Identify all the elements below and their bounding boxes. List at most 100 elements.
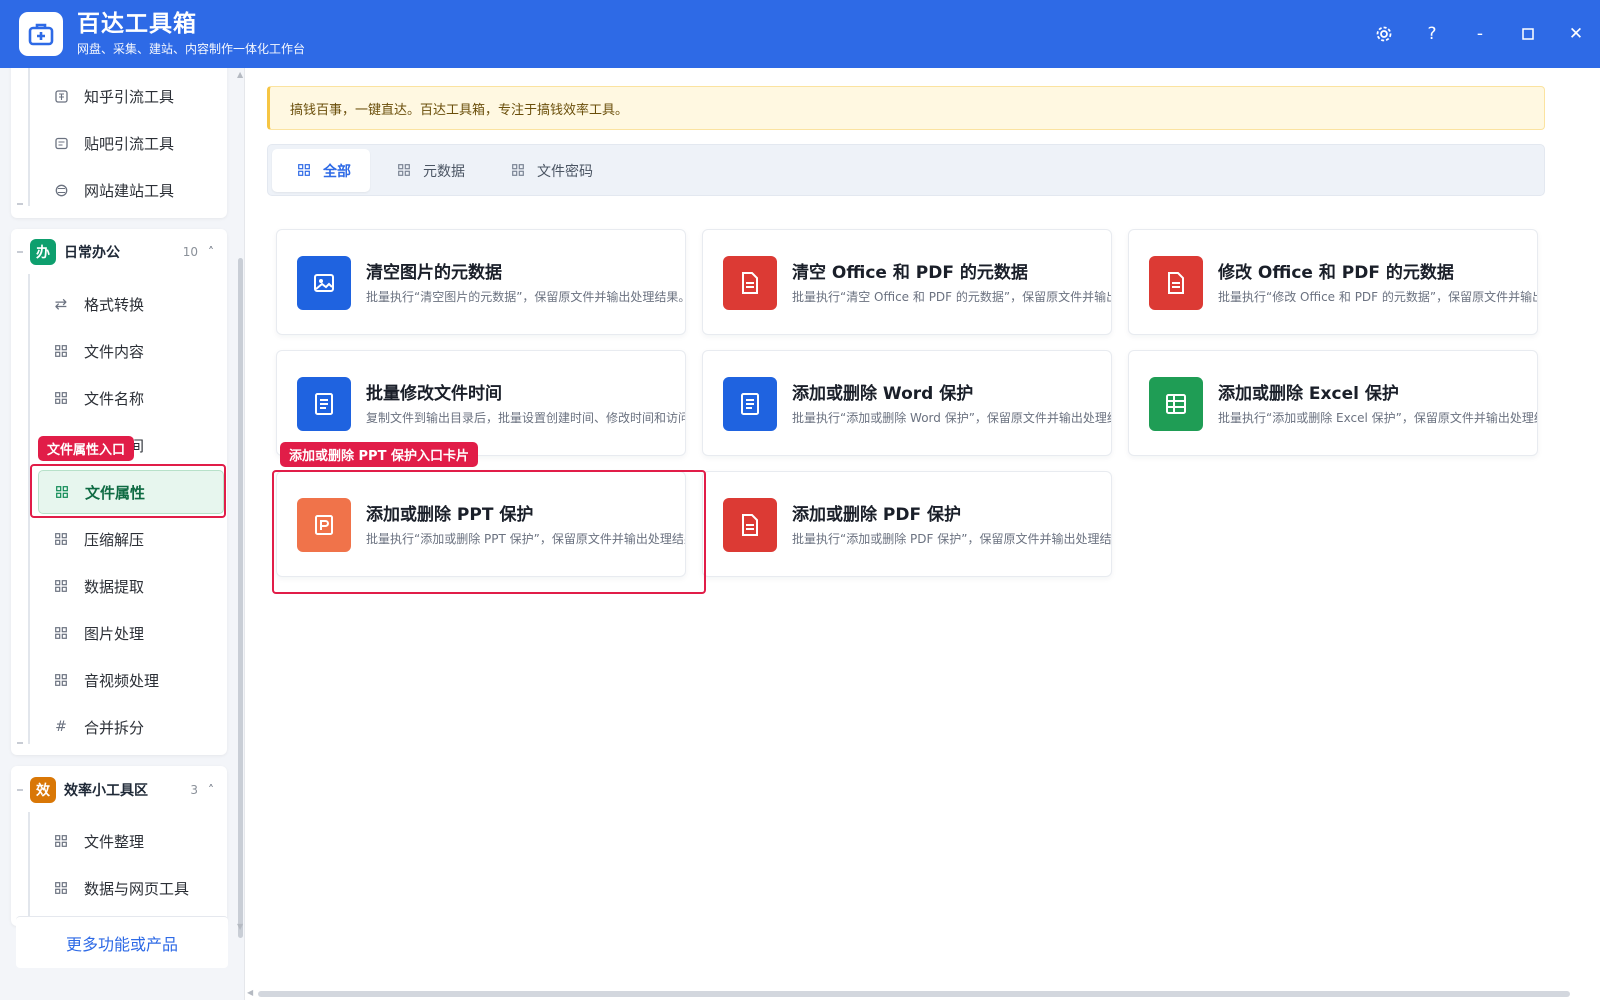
tree-line	[28, 812, 30, 922]
card-title: 添加或删除 Excel 保护	[1218, 384, 1399, 404]
scroll-left-arrow-icon[interactable]: ◀	[247, 988, 253, 997]
help-button[interactable]: ?	[1408, 14, 1456, 54]
tool-card-word-protection[interactable]: 添加或删除 Word 保护 批量执行“添加或删除 Word 保护”，保留原文件并…	[702, 350, 1112, 456]
list-document-icon	[297, 377, 351, 431]
annotation-label-file-properties: 文件属性入口	[38, 436, 135, 461]
sidebar-item-label: 压缩解压	[84, 530, 145, 549]
maximize-icon	[1522, 28, 1534, 40]
grid-icon	[54, 626, 68, 640]
tab-label: 元数据	[423, 163, 465, 180]
minimize-button[interactable]: -	[1456, 14, 1504, 54]
card-title: 批量修改文件时间	[366, 384, 502, 404]
swap-icon: ⇄	[54, 295, 68, 313]
card-desc: 批量执行“添加或删除 Excel 保护”，保留原文件并输出处理结果。	[1218, 411, 1538, 425]
main-horizontal-scrollbar[interactable]	[258, 991, 1570, 997]
sidebar-item-merge-split[interactable]: # 合并拆分	[38, 705, 224, 749]
sidebar-item-label: 文件内容	[84, 342, 145, 361]
sidebar-item-website[interactable]: 网站建站工具	[38, 168, 224, 212]
sidebar-item-format-convert[interactable]: ⇄ 格式转换	[38, 282, 224, 326]
sidebar-item-file-name[interactable]: 文件名称	[38, 376, 224, 420]
zhihu-icon	[54, 89, 68, 103]
card-title: 清空 Office 和 PDF 的元数据	[792, 263, 1028, 283]
sidebar-item-zhihu[interactable]: 知乎引流工具	[38, 74, 224, 118]
grid-icon	[54, 673, 68, 687]
sidebar-item-label: 文件整理	[84, 832, 145, 851]
sidebar-scrollbar[interactable]	[238, 258, 243, 938]
chevron-up-icon[interactable]: ˄	[208, 783, 214, 797]
document-icon	[723, 256, 777, 310]
tab-label: 文件密码	[537, 163, 593, 180]
card-desc: 批量执行“修改 Office 和 PDF 的元数据”，保留原文件并输出处理结果。	[1218, 290, 1537, 304]
office-badge: 办	[30, 239, 56, 265]
sidebar-item-label: 图片处理	[84, 624, 145, 643]
card-title: 清空图片的元数据	[366, 263, 502, 283]
card-desc: 批量执行“添加或删除 PDF 保护”，保留原文件并输出处理结果。	[792, 532, 1112, 546]
app-logo-icon	[19, 12, 63, 56]
pdf-icon	[723, 498, 777, 552]
hash-icon: #	[55, 719, 67, 735]
sidebar-item-tieba[interactable]: 贴吧引流工具	[38, 121, 224, 165]
maximize-button[interactable]	[1504, 14, 1552, 54]
grid-icon	[512, 164, 525, 177]
tab-file-password[interactable]: 文件密码	[512, 149, 593, 192]
sidebar-item-label: 知乎引流工具	[84, 87, 175, 106]
close-button[interactable]: ✕	[1552, 14, 1600, 54]
tool-card-modify-office-pdf-metadata[interactable]: 修改 Office 和 PDF 的元数据 批量执行“修改 Office 和 PD…	[1128, 229, 1538, 335]
card-desc: 复制文件到输出目录后，批量设置创建时间、修改时间和访问时间。	[366, 411, 685, 425]
chevron-up-icon[interactable]: ˄	[208, 245, 214, 259]
group-title: 日常办公	[64, 245, 120, 261]
tree-tick	[17, 789, 23, 791]
grid-icon	[398, 164, 411, 177]
grid-icon	[54, 881, 68, 895]
sidebar-item-audio-video[interactable]: 音视频处理	[38, 658, 224, 702]
tab-metadata[interactable]: 元数据	[398, 149, 465, 192]
tool-card-clear-image-metadata[interactable]: 清空图片的元数据 批量执行“清空图片的元数据”，保留原文件并输出处理结果。	[276, 229, 686, 335]
sidebar-item-image-processing[interactable]: 图片处理	[38, 611, 224, 655]
tool-card-pdf-protection[interactable]: 添加或删除 PDF 保护 批量执行“添加或删除 PDF 保护”，保留原文件并输出…	[702, 471, 1112, 577]
grid-icon	[54, 391, 68, 405]
group-count: 3	[190, 783, 198, 797]
sidebar-item-compress[interactable]: 压缩解压	[38, 517, 224, 561]
app-subtitle: 网盘、采集、建站、内容制作一体化工作台	[77, 42, 306, 56]
settings-button[interactable]	[1360, 14, 1408, 54]
sidebar-group-office-header[interactable]: 办 日常办公 10 ˄	[20, 232, 226, 272]
image-icon	[297, 256, 351, 310]
group-title: 效率小工具区	[64, 783, 148, 799]
spreadsheet-icon	[1149, 377, 1203, 431]
app-title: 百达工具箱	[77, 11, 197, 37]
website-icon	[54, 183, 68, 197]
sidebar-item-label: 格式转换	[84, 295, 145, 314]
scroll-up-arrow-icon[interactable]: ▲	[237, 70, 243, 79]
sidebar-item-file-organize[interactable]: 文件整理	[38, 819, 224, 863]
grid-icon	[54, 344, 68, 358]
sidebar: ▲ ▼ 知乎引流工具 贴吧引流工具 网站建站工具 办 日常办公 10 ˄ ⇄ 格…	[0, 68, 244, 1000]
tree-tick	[17, 742, 23, 744]
more-features-button[interactable]: 更多功能或产品	[16, 916, 228, 968]
title-bar: 百达工具箱 网盘、采集、建站、内容制作一体化工作台 ? - ✕	[0, 0, 1600, 68]
card-desc: 批量执行“清空图片的元数据”，保留原文件并输出处理结果。	[366, 290, 686, 304]
card-title: 修改 Office 和 PDF 的元数据	[1218, 263, 1454, 283]
sidebar-item-label: 数据与网页工具	[84, 879, 190, 898]
annotation-label-ppt-protection: 添加或删除 PPT 保护入口卡片	[280, 442, 478, 467]
tree-tick	[17, 203, 23, 205]
tool-card-batch-file-time[interactable]: 批量修改文件时间 复制文件到输出目录后，批量设置创建时间、修改时间和访问时间。	[276, 350, 686, 456]
sidebar-item-data-extract[interactable]: 数据提取	[38, 564, 224, 608]
tree-tick	[17, 251, 23, 253]
tool-card-excel-protection[interactable]: 添加或删除 Excel 保护 批量执行“添加或删除 Excel 保护”，保留原文…	[1128, 350, 1538, 456]
sidebar-item-label: 网站建站工具	[84, 181, 175, 200]
tab-all[interactable]: 全部	[272, 149, 370, 192]
sidebar-item-label: 数据提取	[84, 577, 145, 596]
card-title: 添加或删除 Word 保护	[792, 384, 974, 404]
grid-icon	[54, 579, 68, 593]
sidebar-group-efficiency-header[interactable]: 效 效率小工具区 3 ˄	[20, 770, 226, 810]
card-desc: 批量执行“清空 Office 和 PDF 的元数据”，保留原文件并输出处理结果。	[792, 290, 1111, 304]
annotation-box-file-properties	[30, 464, 226, 518]
document-icon	[1149, 256, 1203, 310]
app-title-block: 百达工具箱 网盘、采集、建站、内容制作一体化工作台	[77, 11, 305, 57]
card-title: 添加或删除 PDF 保护	[792, 505, 962, 525]
sidebar-item-data-web-tools[interactable]: 数据与网页工具	[38, 866, 224, 910]
sidebar-item-file-content[interactable]: 文件内容	[38, 329, 224, 373]
tool-card-clear-office-pdf-metadata[interactable]: 清空 Office 和 PDF 的元数据 批量执行“清空 Office 和 PD…	[702, 229, 1112, 335]
scroll-down-arrow-icon[interactable]: ▼	[237, 922, 243, 931]
word-icon	[723, 377, 777, 431]
